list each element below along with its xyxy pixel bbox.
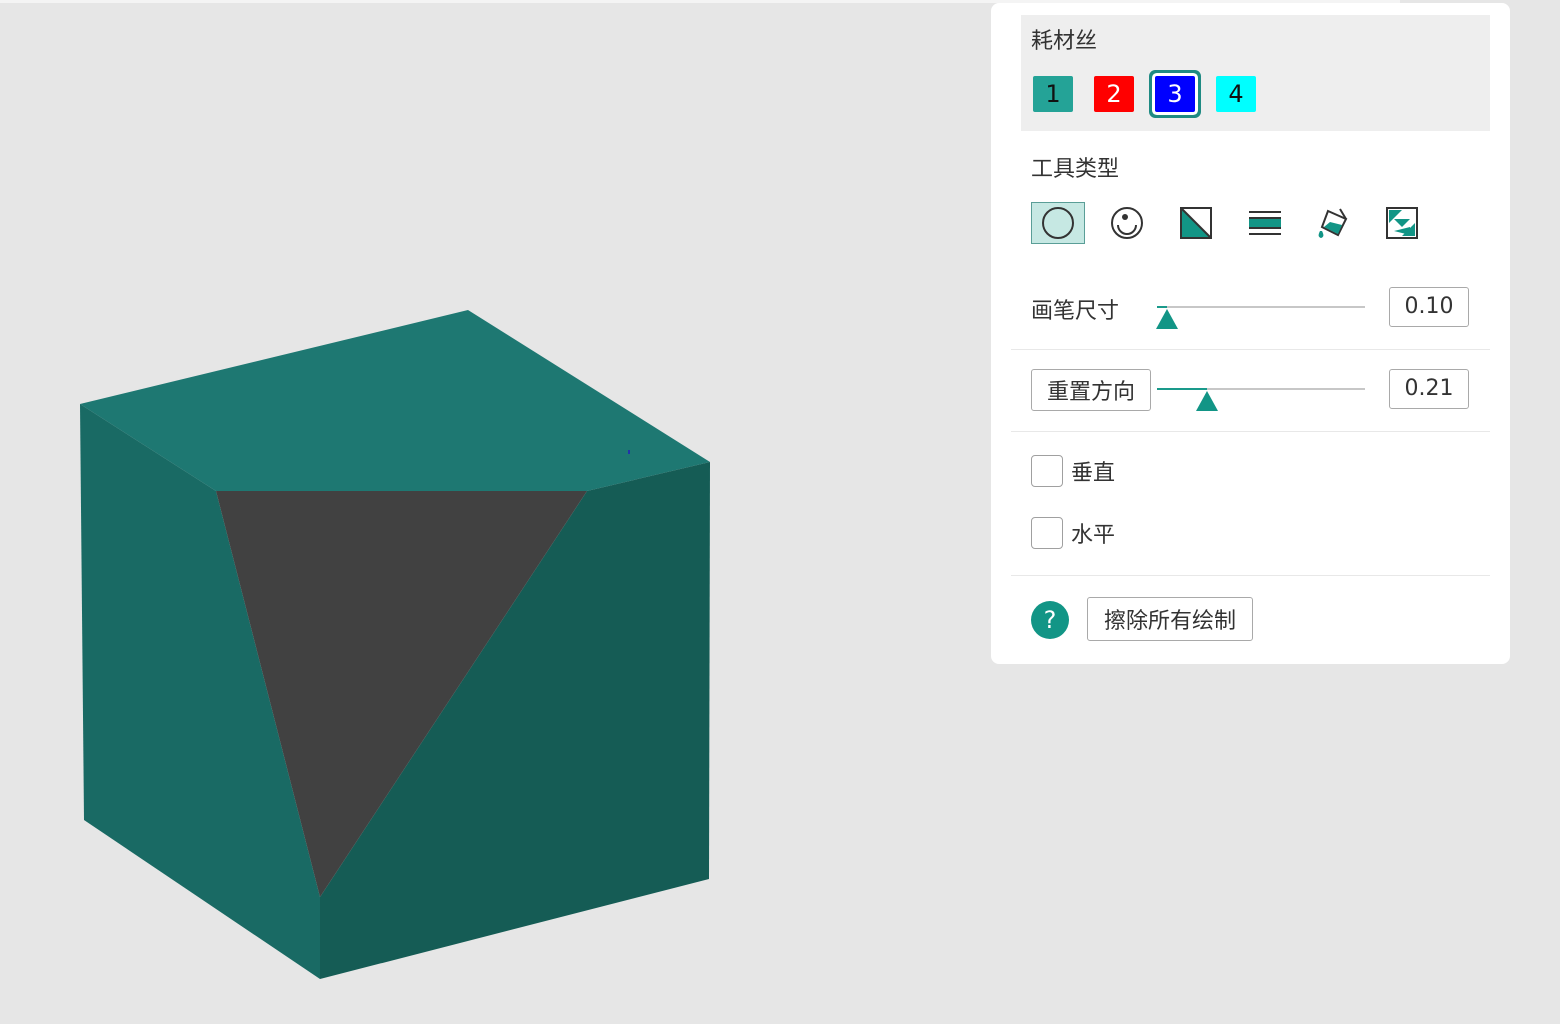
circle-brush-icon	[1042, 207, 1074, 239]
vertical-label: 垂直	[1071, 461, 1116, 486]
filament-swatch-1[interactable]: 1	[1033, 76, 1073, 112]
filament-section: 耗材丝 1 2 3 4	[1021, 15, 1490, 131]
cube-top-face[interactable]	[80, 310, 710, 491]
divider	[1011, 575, 1490, 576]
reset-direction-slider[interactable]	[1157, 388, 1365, 411]
sphere-brush-icon	[1111, 207, 1143, 239]
divider	[1011, 431, 1490, 432]
vertical-checkbox[interactable]	[1031, 455, 1063, 487]
tool-circle-button[interactable]	[1031, 202, 1085, 244]
horizontal-checkbox[interactable]	[1031, 517, 1063, 549]
reset-direction-button[interactable]: 重置方向	[1031, 369, 1151, 411]
paint-panel: 耗材丝 1 2 3 4 工具类型 画笔尺寸 0.10 重置方向 0.21 垂直 …	[991, 3, 1510, 664]
divider	[1011, 349, 1490, 350]
fill-bucket-icon	[1318, 208, 1348, 238]
help-icon[interactable]: ?	[1031, 601, 1069, 639]
tool-sphere-button[interactable]	[1100, 202, 1154, 244]
brush-size-label: 画笔尺寸	[1031, 299, 1120, 324]
gap-fill-icon	[1386, 207, 1418, 239]
filament-swatch-2[interactable]: 2	[1094, 76, 1134, 112]
tool-fill-bucket-button[interactable]	[1307, 202, 1361, 244]
horizontal-label: 水平	[1071, 523, 1116, 548]
triangle-fill-icon	[1180, 207, 1212, 239]
brush-size-slider-fill	[1157, 306, 1168, 308]
cursor-marker	[628, 450, 630, 454]
erase-all-button[interactable]: 擦除所有绘制	[1087, 597, 1253, 641]
brush-size-value[interactable]: 0.10	[1389, 287, 1469, 327]
reset-direction-slider-fill	[1157, 388, 1207, 390]
filament-title: 耗材丝	[1031, 29, 1098, 54]
reset-direction-value[interactable]: 0.21	[1389, 369, 1469, 409]
filament-swatch-3[interactable]: 3	[1155, 76, 1195, 112]
height-range-icon	[1249, 211, 1281, 235]
tool-type-title: 工具类型	[1031, 157, 1120, 182]
filament-swatch-4[interactable]: 4	[1216, 76, 1256, 112]
tool-height-range-button[interactable]	[1238, 202, 1292, 244]
tool-triangle-button[interactable]	[1169, 202, 1223, 244]
brush-size-slider[interactable]	[1156, 306, 1365, 329]
reset-direction-slider-thumb[interactable]	[1195, 391, 1218, 411]
brush-size-slider-thumb[interactable]	[1156, 309, 1179, 329]
tool-gap-fill-button[interactable]	[1375, 202, 1429, 244]
